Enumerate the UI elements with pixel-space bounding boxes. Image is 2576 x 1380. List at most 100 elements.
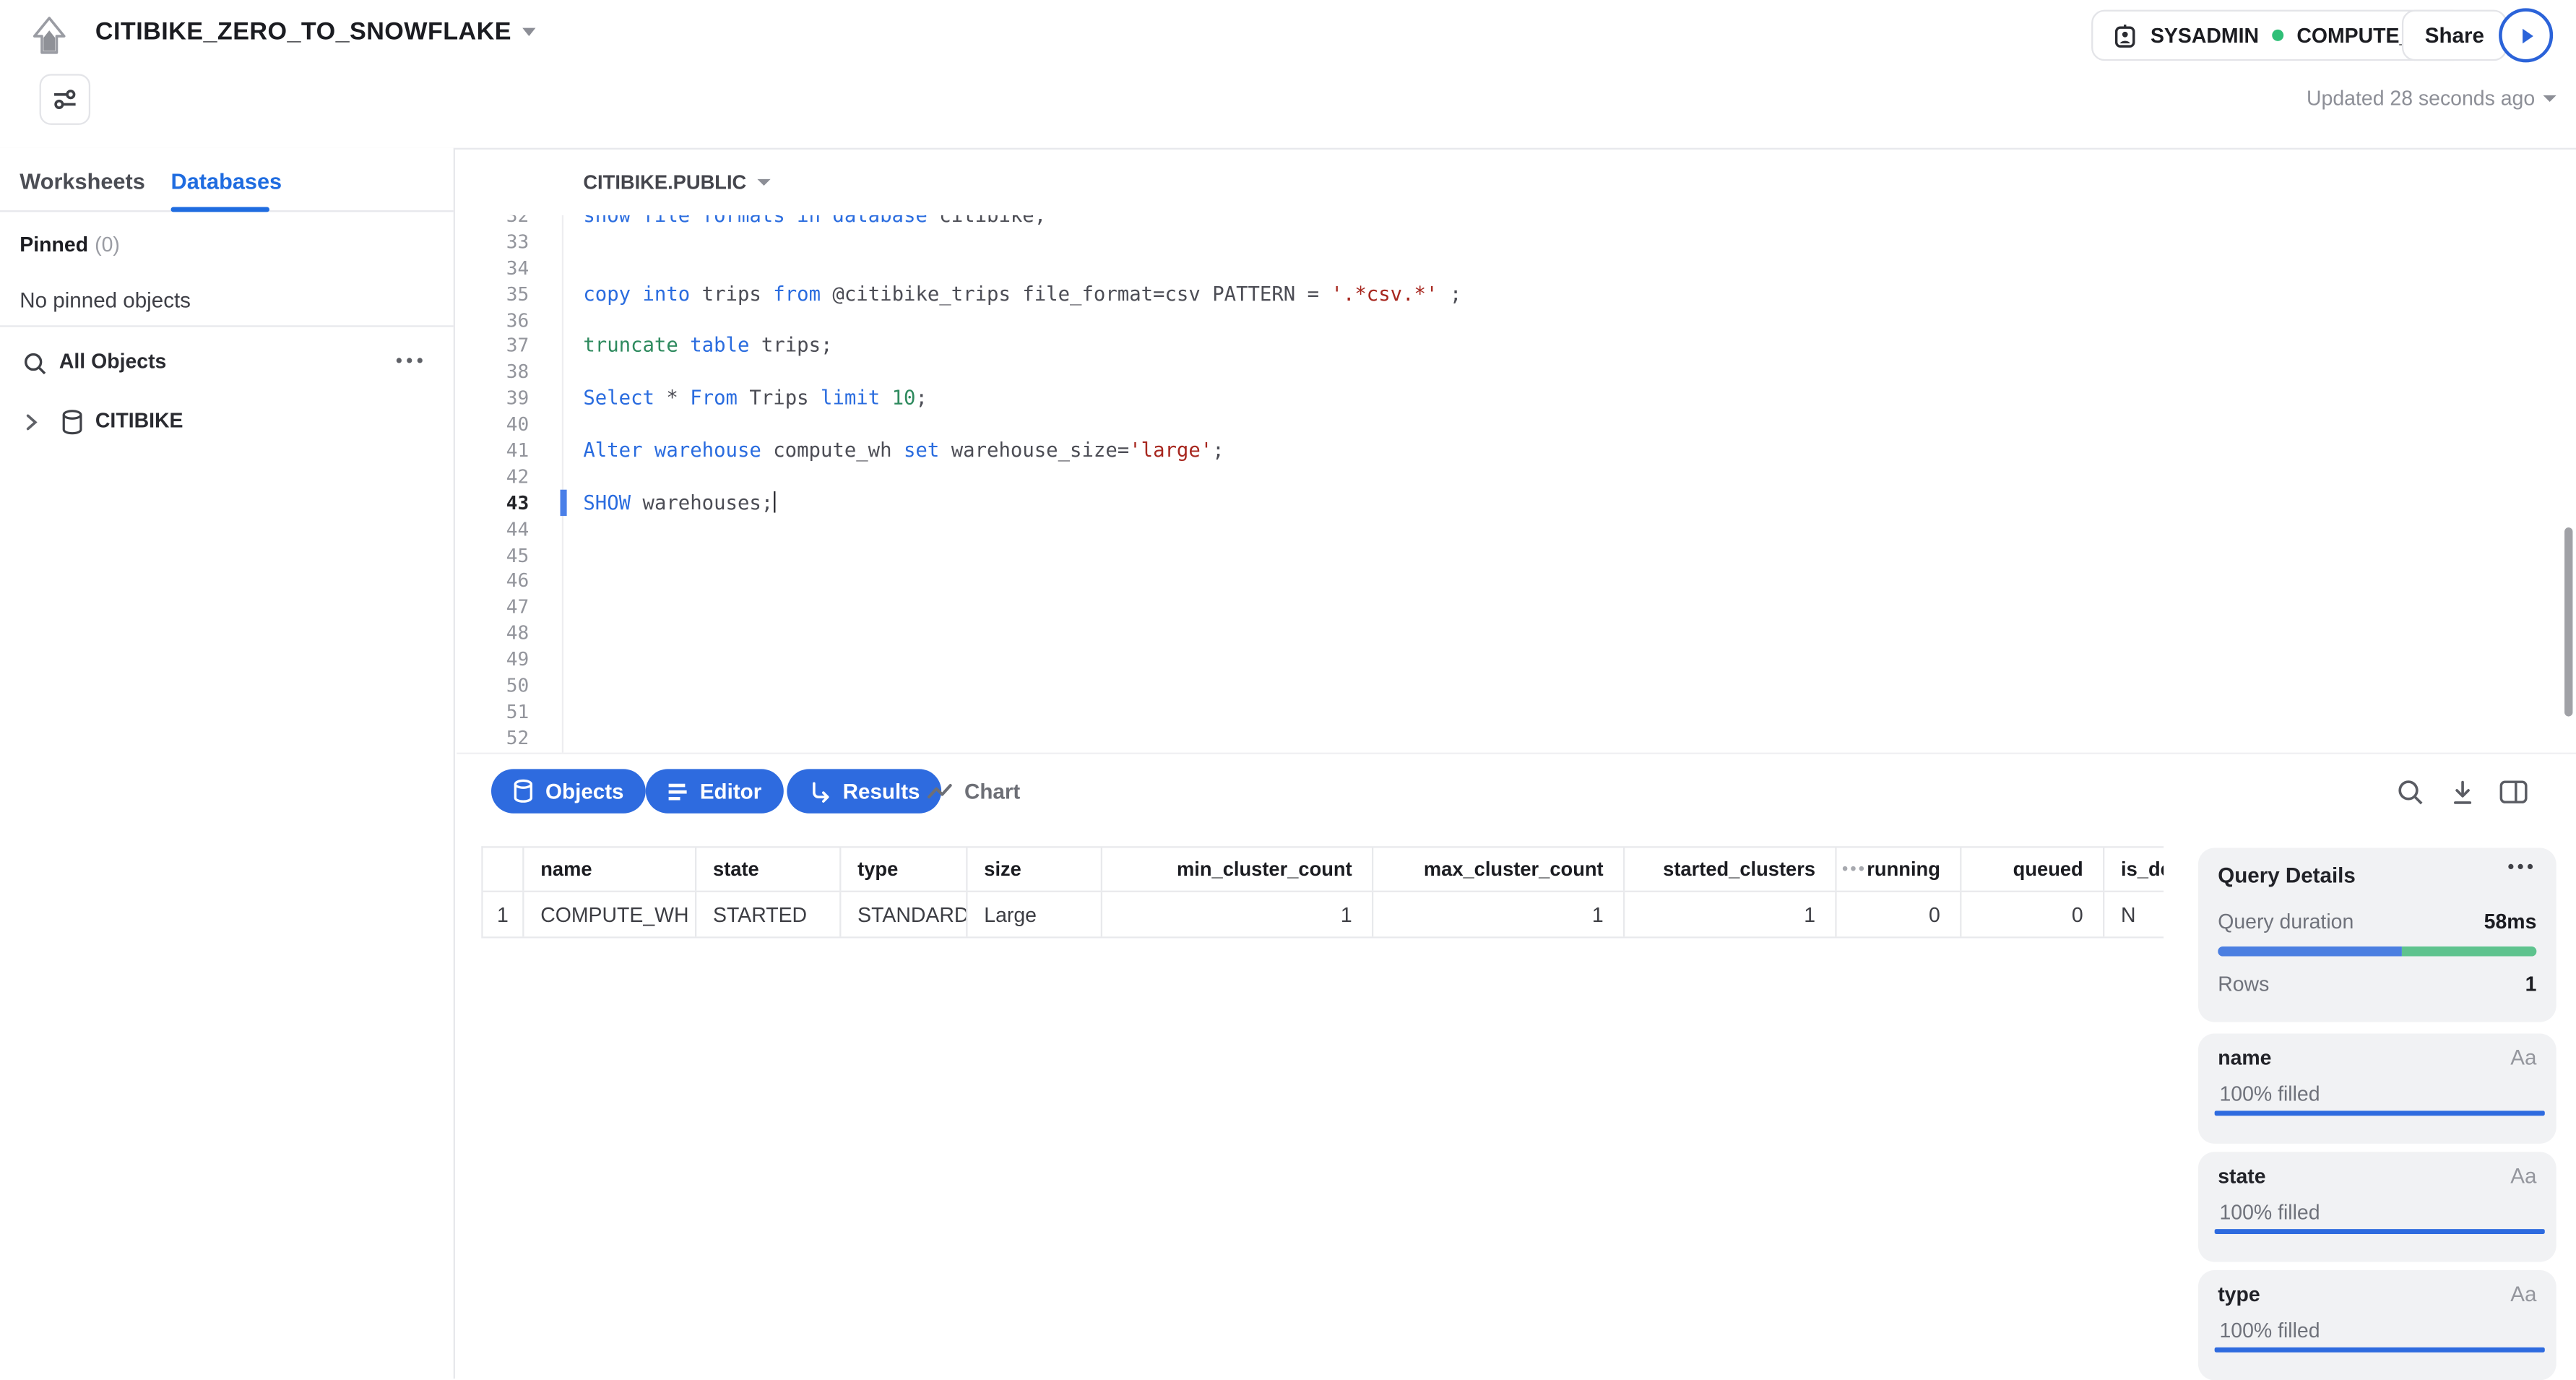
active-tab-underline [171, 207, 269, 212]
no-pinned-text: No pinned objects [20, 288, 191, 312]
code-token: show file formats in database [583, 215, 939, 227]
active-statement-indicator [561, 490, 566, 516]
column-stat-card-type[interactable]: typeAa100% filled [2198, 1270, 2556, 1380]
results-table: namestatetype size min_cluster_count max_cl… [481, 846, 2164, 938]
download-results-button[interactable] [2448, 777, 2478, 807]
cell-is_default[interactable]: N [2104, 892, 2164, 936]
code-line[interactable]: 42 [457, 463, 2563, 489]
tab-databases[interactable]: Databases [171, 169, 282, 194]
code-line[interactable]: 39Select * From Trips limit 10; [457, 385, 2563, 411]
cell-queued[interactable]: 0 [1961, 892, 2104, 936]
column-header-size[interactable]: size [968, 848, 1102, 891]
filters-button[interactable] [40, 74, 91, 125]
column-stat-card-state[interactable]: stateAa100% filled [2198, 1152, 2556, 1262]
code-line[interactable]: 37truncate table trips; [457, 332, 2563, 358]
code-line[interactable]: 41Alter warehouse compute_wh set warehou… [457, 437, 2563, 463]
cell-min_cluster_count[interactable]: 1 [1102, 892, 1373, 936]
code-line[interactable]: 46 [457, 568, 2563, 594]
home-icon [31, 17, 67, 56]
code-line[interactable]: 32show file formats in database citibike… [457, 215, 2563, 228]
code-line[interactable]: 44 [457, 515, 2563, 541]
code-line[interactable]: 51 [457, 698, 2563, 724]
stat-column-name: type [2218, 1283, 2260, 1306]
ellipsis-icon[interactable]: ••• [2507, 858, 2536, 877]
column-header-min_cluster_count[interactable]: min_cluster_count [1102, 848, 1373, 891]
code-text: show file formats in database citibike; [562, 215, 1046, 227]
code-line[interactable]: 50 [457, 672, 2563, 698]
cell-size[interactable]: Large [968, 892, 1102, 936]
rows-value: 1 [2525, 973, 2537, 996]
cell-max_cluster_count[interactable]: 1 [1373, 892, 1625, 936]
cell-started_clusters[interactable]: 1 [1625, 892, 1836, 936]
chart-tab[interactable]: Chart [927, 769, 1021, 813]
code-line[interactable]: 33 [457, 228, 2563, 254]
line-number: 51 [457, 700, 562, 723]
role-badge-icon [2113, 22, 2138, 48]
column-stat-card-name[interactable]: nameAa100% filled [2198, 1033, 2556, 1143]
code-line[interactable]: 48 [457, 620, 2563, 646]
code-token: compute_wh [773, 439, 904, 462]
cell-type[interactable]: STANDARD [841, 892, 967, 936]
column-header-state[interactable]: state [696, 848, 841, 891]
row-number: 1 [483, 892, 524, 936]
page-title: CITIBIKE_ZERO_TO_SNOWFLAKE [95, 18, 511, 46]
column-header-is_default[interactable]: is_default [2104, 848, 2164, 891]
column-header-label: min_cluster_count [1177, 858, 1352, 881]
share-button[interactable]: Share [2402, 10, 2507, 61]
code-line[interactable]: 49 [457, 646, 2563, 672]
pinned-label: Pinned [20, 233, 88, 256]
column-header-started_clusters[interactable]: started_clusters [1625, 848, 1836, 891]
tab-worksheets[interactable]: Worksheets [20, 169, 144, 194]
updated-status[interactable]: Updated 28 seconds ago [2307, 87, 2556, 111]
objects-pane-button[interactable]: Objects [491, 769, 645, 813]
code-line[interactable]: 45 [457, 542, 2563, 568]
code-line[interactable]: 36 [457, 306, 2563, 332]
sql-editor[interactable]: 32show file formats in database citibike… [457, 215, 2563, 753]
home-button[interactable] [26, 13, 72, 59]
chevron-down-icon [523, 28, 536, 36]
cell-name[interactable]: COMPUTE_WH [524, 892, 696, 936]
code-line[interactable]: 38 [457, 359, 2563, 385]
play-icon [2516, 25, 2536, 45]
split-panel-button[interactable] [2499, 777, 2528, 807]
code-line[interactable]: 40 [457, 411, 2563, 437]
column-header-label: size [984, 858, 1021, 881]
code-token: '.*csv.*' [1331, 282, 1438, 305]
code-line[interactable]: 47 [457, 594, 2563, 620]
search-icon[interactable] [23, 352, 48, 376]
line-number: 39 [457, 387, 562, 410]
search-results-button[interactable] [2395, 777, 2425, 807]
code-line[interactable]: 34 [457, 254, 2563, 280]
column-header-type[interactable]: type [841, 848, 967, 891]
hidden-columns-icon[interactable]: ••• [1837, 861, 1867, 879]
code-line[interactable]: 43SHOW warehouses; [457, 489, 2563, 515]
all-objects-menu-icon[interactable]: ••• [396, 352, 427, 371]
line-number: 49 [457, 647, 562, 670]
code-token: trips [702, 282, 774, 305]
column-header-max_cluster_count[interactable]: max_cluster_count [1373, 848, 1625, 891]
schema-context-selector[interactable]: CITIBIKE.PUBLIC [583, 171, 771, 194]
database-tree-item[interactable]: CITIBIKE [0, 397, 454, 447]
chevron-right-icon[interactable] [23, 413, 40, 432]
column-header-name[interactable]: name [524, 848, 696, 891]
results-pane-button[interactable]: Results [787, 769, 941, 813]
code-line[interactable]: 52 [457, 725, 2563, 751]
cell-state[interactable]: STARTED [696, 892, 841, 936]
run-button[interactable] [2499, 8, 2553, 62]
text-cursor [773, 491, 775, 512]
line-number: 32 [457, 215, 562, 227]
column-header-running[interactable]: •••running [1837, 848, 1962, 891]
worksheet-title-row[interactable]: CITIBIKE_ZERO_TO_SNOWFLAKE [95, 18, 536, 46]
table-row[interactable]: 1COMPUTE_WHSTARTEDSTANDARDLarge11100N [483, 892, 2164, 939]
line-number: 33 [457, 230, 562, 253]
code-line[interactable]: 35copy into trips from @citibike_trips f… [457, 280, 2563, 306]
sliders-icon [51, 85, 79, 113]
current-role: SYSADMIN [2151, 24, 2259, 47]
line-number: 52 [457, 726, 562, 749]
pinned-section-header: Pinned(0) [20, 233, 120, 256]
cell-running[interactable]: 0 [1837, 892, 1962, 936]
editor-pane-button[interactable]: Editor [646, 769, 783, 813]
vertical-scrollbar[interactable] [2564, 527, 2572, 717]
code-text: SHOW warehouses; [562, 491, 776, 514]
column-header-queued[interactable]: queued [1961, 848, 2104, 891]
